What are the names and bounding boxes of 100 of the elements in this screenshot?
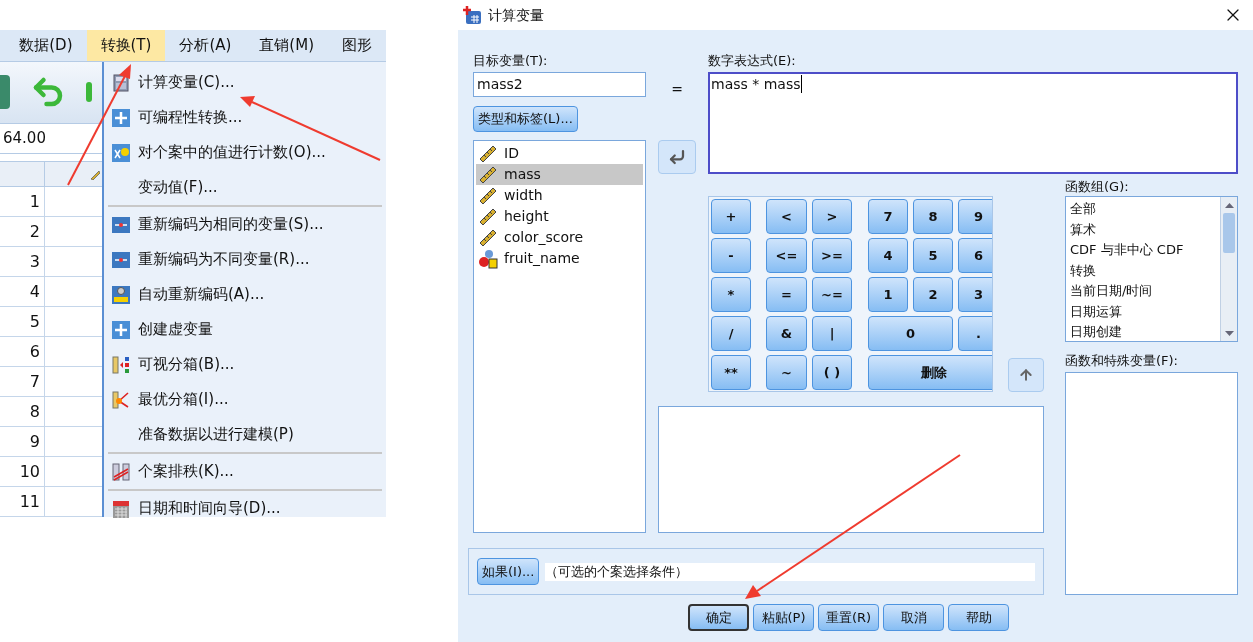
row-number: 3 [0,247,45,276]
if-button[interactable]: 如果(I)... [477,558,540,585]
keypad-button[interactable]: / [711,316,751,351]
equals-sign: = [671,79,683,99]
menu-bar-item[interactable]: 直销(M) [245,30,328,61]
plus-icon [111,319,131,340]
variable-item[interactable]: width [476,185,643,206]
function-group-item[interactable]: 转换 [1070,260,1220,281]
expression-field[interactable]: mass * mass [708,72,1238,174]
row-number: 5 [0,307,45,336]
function-group-item[interactable]: CDF 与非中心 CDF [1070,240,1220,261]
keypad-button[interactable]: 删除 [868,355,992,390]
keypad-button[interactable]: ~ [766,355,807,390]
menu-item[interactable]: 最优分箱(I)... [104,382,386,417]
move-button[interactable] [658,140,696,174]
calendar-icon [112,498,130,519]
keypad-button[interactable]: 6 [958,238,992,273]
keypad-button[interactable]: . [958,316,992,351]
column-header[interactable] [45,162,102,186]
dialog-button[interactable]: 帮助 [948,604,1009,631]
scroll-thumb[interactable] [1223,213,1235,253]
menu-item[interactable]: 个案排秩(K)... [104,454,386,489]
keypad-button[interactable]: ** [711,355,751,390]
menu-item[interactable]: 重新编码为相同的变量(S)... [104,207,386,242]
menu-item[interactable]: 日期和时间向导(D)... [104,491,386,526]
keypad-button[interactable]: >= [812,238,852,273]
dialog-button[interactable]: 粘贴(P) [753,604,814,631]
plus-icon [111,107,131,128]
variable-item[interactable]: height [476,206,643,227]
row-number: 7 [0,367,45,396]
menu-item[interactable]: 可编程性转换... [104,100,386,135]
keypad-button[interactable]: 9 [958,199,992,234]
row-number: 6 [0,337,45,366]
row-number: 1 [0,187,45,216]
row-number: 2 [0,217,45,246]
count-icon [111,142,131,163]
bins-icon [111,389,131,410]
keypad-button[interactable]: ~= [812,277,852,312]
keypad-button[interactable]: 5 [913,238,953,273]
keypad-button[interactable]: < [766,199,807,234]
field-label: 函数和特殊变量(F): [1065,352,1179,370]
function-group-item[interactable]: 日期创建 [1070,322,1220,341]
menu-item[interactable]: 重新编码为不同变量(R)... [104,242,386,277]
scroll-down-icon[interactable] [1224,330,1234,336]
function-group-item[interactable]: 算术 [1070,219,1220,240]
ruler-icon [478,164,498,185]
field-label: 数字表达式(E): [708,52,797,70]
menu-bar-item[interactable]: 数据(D) [5,30,87,61]
keypad-button[interactable]: 7 [868,199,908,234]
menu-item[interactable]: 准备数据以进行建模(P) [104,417,386,452]
menu-bar-item[interactable]: 图形 [328,30,386,61]
keypad-button[interactable]: 8 [913,199,953,234]
variable-item[interactable]: fruit_name [476,248,643,269]
shapes-icon [478,248,498,269]
variable-item[interactable]: mass [476,164,643,185]
keypad-button[interactable]: - [711,238,751,273]
scrollbar[interactable] [1220,197,1237,341]
scroll-up-icon[interactable] [1224,202,1234,208]
keypad-button[interactable]: 0 [868,316,953,351]
keypad-button[interactable]: > [812,199,852,234]
dialog-button[interactable]: 取消 [883,604,944,631]
menu-item[interactable]: 创建虚变量 [104,312,386,347]
row-number: 11 [0,487,45,516]
bins-icon [111,354,131,375]
keypad-button[interactable]: = [766,277,807,312]
keypad-button[interactable]: + [711,199,751,234]
keypad-button[interactable]: 1 [868,277,908,312]
ruler-icon [90,168,100,181]
ruler-icon [478,227,498,248]
dialog-button[interactable]: 确定 [688,604,749,631]
keypad-button[interactable]: <= [766,238,807,273]
function-group-item[interactable]: 全部 [1070,199,1220,220]
keypad-button[interactable]: 3 [958,277,992,312]
keypad-button[interactable]: | [812,316,852,351]
keypad-button[interactable]: 2 [913,277,953,312]
type-label-button[interactable]: 类型和标签(L)... [473,106,578,132]
up-button[interactable] [1008,358,1044,392]
menu-item[interactable]: 可视分箱(B)... [104,347,386,382]
function-group-item[interactable]: 日期运算 [1070,301,1220,322]
keypad-button[interactable]: * [711,277,751,312]
recode-icon [111,215,131,234]
variable-item[interactable]: ID [476,143,643,164]
variable-item[interactable]: color_score [476,227,643,248]
row-number: 4 [0,277,45,306]
window-title: 计算变量 [488,5,544,25]
keypad-button[interactable]: 4 [868,238,908,273]
menu-bar-item[interactable]: 分析(A) [165,30,246,61]
menu-bar-item[interactable]: 转换(T) [86,30,166,61]
row-number: 10 [0,457,45,486]
menu-item[interactable]: 自动重新编码(A)... [104,277,386,312]
ruler-icon [478,206,498,227]
ruler-icon [478,185,498,206]
function-group-item[interactable]: 当前日期/时间 [1070,281,1220,302]
menu-item[interactable]: 对个案中的值进行计数(O)... [104,135,386,170]
menu-item[interactable]: 变动值(F)... [104,170,386,205]
target-variable-field[interactable]: mass2 [473,72,646,97]
dialog-button[interactable]: 重置(R) [818,604,879,631]
keypad-button[interactable]: & [766,316,807,351]
keypad-button[interactable]: ( ) [812,355,852,390]
rank-icon [111,461,131,482]
